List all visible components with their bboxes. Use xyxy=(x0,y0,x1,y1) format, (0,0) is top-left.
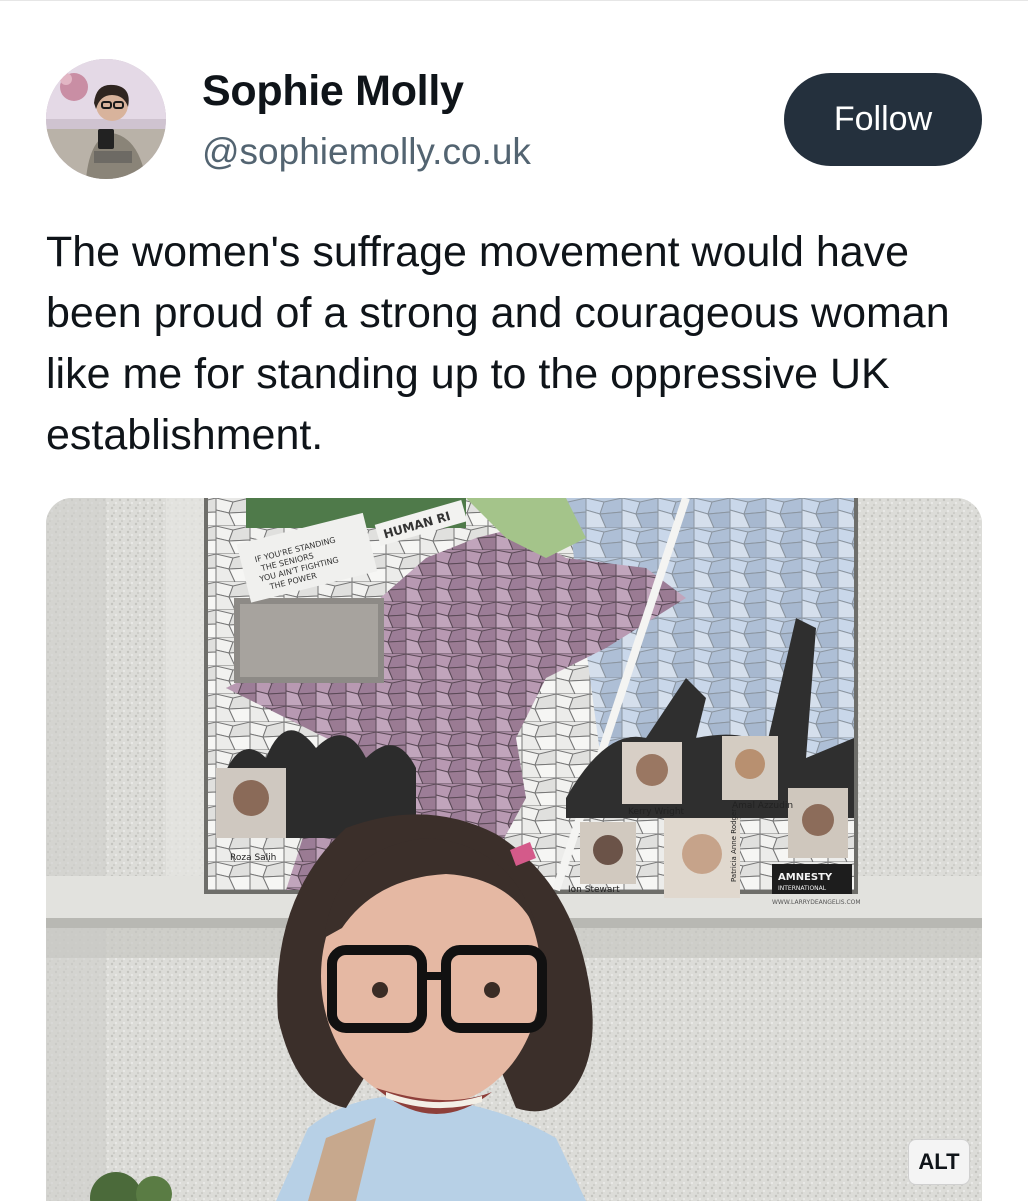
author-handle[interactable]: @sophiemolly.co.uk xyxy=(202,131,531,173)
mural-selfie-photo: IF YOU'RE STANDING THE SENIORS YOU AIN'T… xyxy=(46,498,982,1201)
author-name[interactable]: Sophie Molly xyxy=(202,67,464,116)
mural-credit: WWW.LARRYDEANGELIS.COM xyxy=(772,899,861,906)
post-image[interactable]: IF YOU'RE STANDING THE SENIORS YOU AIN'T… xyxy=(46,498,982,1201)
mural-name-ion: Ion Stewart xyxy=(568,885,620,895)
post-card: Sophie Molly @sophiemolly.co.uk Follow T… xyxy=(0,0,1028,1201)
alt-text-badge[interactable]: ALT xyxy=(908,1139,970,1185)
author-avatar[interactable] xyxy=(46,59,166,179)
mural-name-patricia: Patricia Anne Rodger xyxy=(730,809,738,882)
mural-name-amal: Amal Azzudin xyxy=(732,801,793,811)
follow-button[interactable]: Follow xyxy=(784,73,982,166)
mural-amnesty: AMNESTY xyxy=(778,872,833,883)
mural-name-roza: Roza Salih xyxy=(230,853,276,863)
post-text: The women's suffrage movement would have… xyxy=(46,228,950,459)
mural-international: INTERNATIONAL xyxy=(778,885,827,892)
avatar-photo xyxy=(46,59,166,179)
mural-name-kerry: Kerry Wright xyxy=(628,807,685,817)
